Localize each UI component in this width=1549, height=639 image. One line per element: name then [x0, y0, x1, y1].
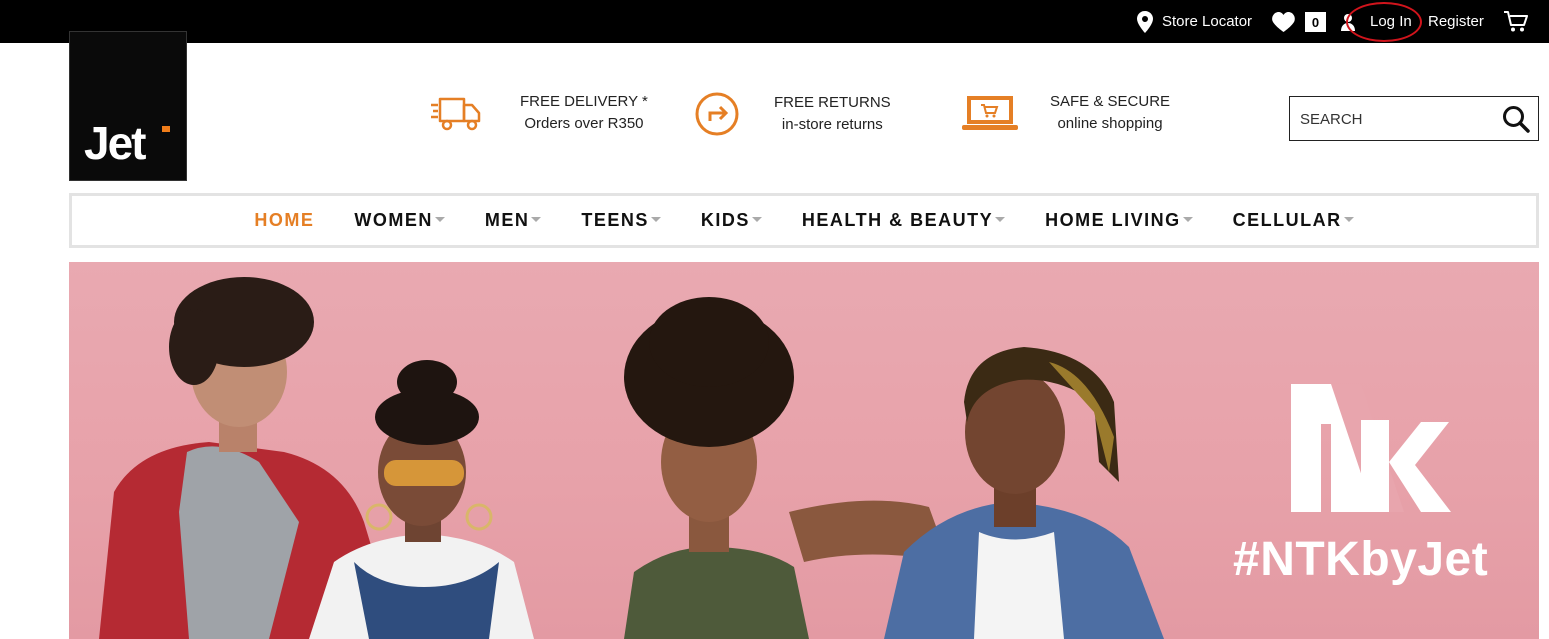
user-icon [1341, 13, 1355, 31]
caret-down-icon [995, 217, 1006, 222]
nav-item-health-beauty[interactable]: HEALTH & BEAUTY [801, 210, 1006, 231]
store-locator-label: Store Locator [1162, 13, 1253, 30]
caret-down-icon [650, 217, 661, 222]
usp-secure-subtitle: online shopping [1057, 115, 1163, 132]
logo-text: Jet [84, 117, 147, 169]
nav-women-label: WOMEN [354, 210, 433, 230]
map-pin-icon [1137, 10, 1153, 33]
cart-button[interactable] [1503, 0, 1528, 43]
top-utility-bar: Store Locator 0 Log In Register [0, 0, 1549, 43]
nav-item-women[interactable]: WOMEN [354, 210, 445, 231]
heart-icon [1272, 11, 1295, 32]
usp-secure-title: SAFE & SECURE [1050, 93, 1171, 110]
login-link[interactable]: Log In [1370, 0, 1412, 43]
delivery-truck-icon [431, 97, 481, 131]
store-locator-link[interactable]: Store Locator [1137, 0, 1252, 43]
logo-accent-mark [162, 126, 170, 132]
caret-down-icon [531, 217, 542, 222]
caret-down-icon [434, 217, 445, 222]
nav-health-beauty-label: HEALTH & BEAUTY [801, 210, 994, 230]
jet-logo[interactable]: Jet [69, 31, 187, 181]
nav-item-home-living[interactable]: HOME LIVING [1045, 210, 1193, 231]
register-link[interactable]: Register [1428, 0, 1484, 43]
usp-delivery-subtitle: Orders over R350 [524, 115, 644, 132]
wishlist-count-badge: 0 [1305, 12, 1326, 32]
usp-safe-secure: SAFE & SECURE online shopping [960, 91, 1170, 135]
wishlist-button[interactable] [1271, 0, 1296, 43]
nav-item-cellular[interactable]: CELLULAR [1233, 210, 1354, 231]
main-nav: HOME WOMEN MEN TEENS KIDS HEALTH & BEAUT… [69, 193, 1539, 248]
usp-free-returns: FREE RETURNS in-store returns [694, 91, 891, 137]
hero-tagline: #NTKbyJet [1233, 533, 1489, 586]
nav-item-kids[interactable]: KIDS [701, 210, 762, 231]
caret-down-icon [1182, 217, 1193, 222]
usp-delivery-title: FREE DELIVERY * [520, 93, 648, 110]
nav-men-label: MEN [484, 210, 530, 230]
nav-home-living-label: HOME LIVING [1045, 210, 1181, 230]
usp-free-delivery: FREE DELIVERY * Orders over R350 [430, 91, 648, 135]
nav-item-home[interactable]: HOME [254, 210, 314, 231]
caret-down-icon [751, 217, 762, 222]
ntk-logo-mark [1291, 384, 1451, 512]
nav-kids-label: KIDS [700, 210, 750, 230]
search-icon[interactable] [1502, 105, 1530, 133]
usp-returns-subtitle: in-store returns [781, 116, 883, 133]
user-icon-wrap [1341, 0, 1355, 43]
search-box [1289, 96, 1539, 141]
search-input[interactable] [1298, 107, 1492, 131]
nav-teens-label: TEENS [581, 210, 649, 230]
caret-down-icon [1343, 217, 1354, 222]
hero-banner[interactable]: #NTKbyJet [69, 262, 1539, 639]
model-figure-4 [884, 347, 1164, 639]
returns-icon [695, 92, 739, 136]
usp-returns-title: FREE RETURNS [774, 94, 891, 111]
cart-icon [1504, 11, 1528, 32]
nav-item-men[interactable]: MEN [485, 210, 542, 231]
nav-home-label: HOME [254, 210, 315, 230]
laptop-cart-icon [962, 96, 1018, 130]
nav-cellular-label: CELLULAR [1232, 210, 1342, 230]
nav-item-teens[interactable]: TEENS [581, 210, 661, 231]
